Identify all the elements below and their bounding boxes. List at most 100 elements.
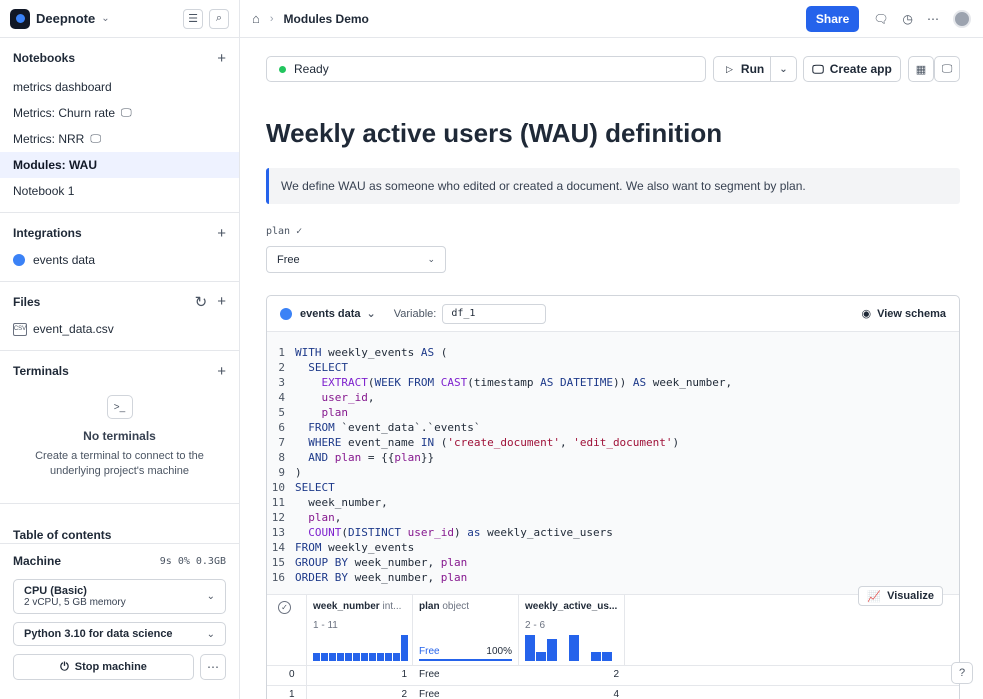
status-bar: Ready (266, 56, 706, 82)
histogram-bar (361, 653, 368, 661)
code-text: WHERE event_name IN ('create_document', … (308, 436, 680, 449)
deepnote-logo-icon (10, 8, 30, 29)
bigquery-icon (13, 254, 25, 266)
column-header-wau[interactable]: weekly_active_us... 2 - 6 (519, 595, 625, 665)
line-number: 1 (278, 346, 285, 359)
run-options-chevron-icon[interactable]: ⌄ (770, 57, 796, 81)
code-line: 6 FROM `event_data`.`events` (267, 420, 959, 435)
sidebar-item-notebook[interactable]: Notebook 1 (0, 178, 239, 204)
add-integration-icon[interactable]: + (217, 225, 226, 242)
line-number: 3 (278, 376, 285, 389)
line-number: 10 (271, 481, 285, 494)
column-header-plan[interactable]: plan object Free 100% (413, 595, 519, 665)
code-text: EXTRACT(WEEK FROM CAST(timestamp AS DATE… (321, 376, 733, 389)
machine-title: Machine (13, 554, 62, 568)
chevron-down-icon[interactable]: ⌄ (101, 13, 109, 24)
comments-icon[interactable]: 🗨 (873, 12, 888, 26)
search-icon[interactable]: ⌕ (209, 8, 229, 29)
histogram-bar (329, 653, 336, 661)
histogram-bar (353, 653, 360, 661)
sidebar: Deepnote ⌄ ☰ ⌕ Notebooks + metrics dashb… (0, 0, 240, 699)
home-icon[interactable]: ⌂ (252, 11, 260, 26)
histogram-bar (345, 653, 352, 661)
history-icon[interactable]: ◷ (903, 12, 913, 26)
plan-select[interactable]: Free ⌄ (266, 246, 446, 273)
line-number: 14 (271, 541, 285, 554)
environment-select[interactable]: Python 3.10 for data science ⌄ (13, 622, 226, 646)
code-text: plan, (308, 511, 342, 524)
histogram-bar (547, 639, 557, 661)
visualize-button[interactable]: 📈 Visualize (858, 586, 943, 606)
histogram-bar (369, 653, 376, 661)
code-line: 8 AND plan = {{plan}} (267, 450, 959, 465)
results-table: ✓ 📈 Visualize week_number int... 1 - 11 … (267, 586, 959, 699)
app-preview-icon[interactable]: 🖵 (934, 56, 960, 82)
code-line: 7 WHERE event_name IN ('create_document'… (267, 435, 959, 450)
histogram-bar (385, 653, 392, 661)
add-file-icon[interactable]: + (217, 293, 226, 311)
breadcrumb[interactable]: Modules Demo (284, 12, 369, 26)
code-line: 9) (267, 465, 959, 480)
chevron-down-icon: ⌄ (427, 254, 435, 264)
schedule-icon[interactable]: ▦ (908, 56, 934, 82)
notebooks-section: Notebooks + metrics dashboard Metrics: C… (0, 38, 239, 213)
top-bar: ⌂ › Modules Demo Share 🗨 ◷ ⋯ (240, 0, 983, 38)
code-text: week_number, (295, 496, 388, 509)
line-number: 11 (271, 496, 285, 509)
workspace-header: Deepnote ⌄ ☰ ⌕ (0, 0, 239, 38)
share-button[interactable]: Share (805, 5, 860, 32)
code-text: FROM weekly_events (295, 541, 415, 554)
avatar[interactable] (953, 9, 971, 28)
chevron-down-icon: ⌄ (206, 628, 215, 640)
histogram-bar (321, 653, 328, 661)
histogram-bar (536, 652, 546, 661)
machine-panel: Machine 9s 0% 0.3GB CPU (Basic) 2 vCPU, … (0, 543, 239, 690)
create-app-button[interactable]: 🖵 Create app (803, 56, 901, 82)
menu-icon[interactable]: ☰ (183, 8, 203, 29)
chevron-right-icon: › (269, 12, 274, 25)
line-number: 13 (271, 526, 285, 539)
histogram-bar (337, 653, 344, 661)
histogram (313, 635, 408, 661)
sidebar-item-notebook[interactable]: metrics dashboard (0, 74, 239, 100)
help-icon[interactable]: ? (951, 662, 973, 684)
sidebar-item-integration[interactable]: events data (0, 247, 239, 273)
files-section: Files ↻ + CSV event_data.csv (0, 282, 239, 351)
line-number: 4 (278, 391, 285, 404)
more-icon[interactable]: ⋯ (927, 12, 939, 26)
code-editor[interactable]: 1 WITH weekly_events AS (2 SELECT 3 EXTRAC… (267, 332, 959, 594)
stop-machine-button[interactable]: ⏻ Stop machine (13, 654, 194, 680)
histogram-bar (525, 635, 535, 661)
app-icon: 🖵 (90, 132, 101, 145)
line-number: 12 (271, 511, 285, 524)
add-notebook-icon[interactable]: + (217, 50, 226, 67)
sidebar-item-notebook[interactable]: Metrics: NRR 🖵 (0, 126, 239, 152)
play-icon: ▷ (726, 63, 733, 74)
column-header-week-number[interactable]: week_number int... 1 - 11 (307, 595, 413, 665)
histogram-bar (393, 653, 400, 661)
sidebar-item-notebook[interactable]: Metrics: Churn rate 🖵 (0, 100, 239, 126)
view-schema-button[interactable]: ◉ View schema (861, 307, 946, 321)
refresh-icon[interactable]: ↻ (195, 293, 208, 311)
integration-select[interactable]: events data ⌄ (280, 307, 376, 320)
more-options-icon[interactable]: ⋯ (200, 654, 226, 680)
sidebar-item-file[interactable]: CSV event_data.csv (0, 316, 239, 342)
code-text: user_id, (321, 391, 375, 404)
page-title: Weekly active users (WAU) definition (266, 118, 723, 148)
line-number: 6 (278, 421, 285, 434)
histogram-bar (569, 635, 579, 661)
callout-text: We define WAU as someone who edited or c… (266, 168, 960, 204)
code-text: COUNT(DISTINCT user_id) as weekly_active… (308, 526, 613, 539)
machine-type-select[interactable]: CPU (Basic) 2 vCPU, 5 GB memory ⌄ (13, 579, 226, 614)
run-button[interactable]: ▷ Run ⌄ (713, 56, 797, 82)
eye-icon: ◉ (861, 308, 872, 320)
code-text: SELECT (295, 481, 335, 494)
index-column (267, 595, 307, 699)
workspace-name[interactable]: Deepnote (36, 11, 95, 26)
status-text: Ready (294, 62, 329, 76)
line-number: 9 (278, 466, 285, 479)
no-terminals-title: No terminals (83, 429, 156, 443)
variable-input[interactable]: df_1 (442, 303, 547, 324)
add-terminal-icon[interactable]: + (217, 363, 226, 380)
sidebar-item-notebook-active[interactable]: Modules: WAU (0, 152, 239, 178)
